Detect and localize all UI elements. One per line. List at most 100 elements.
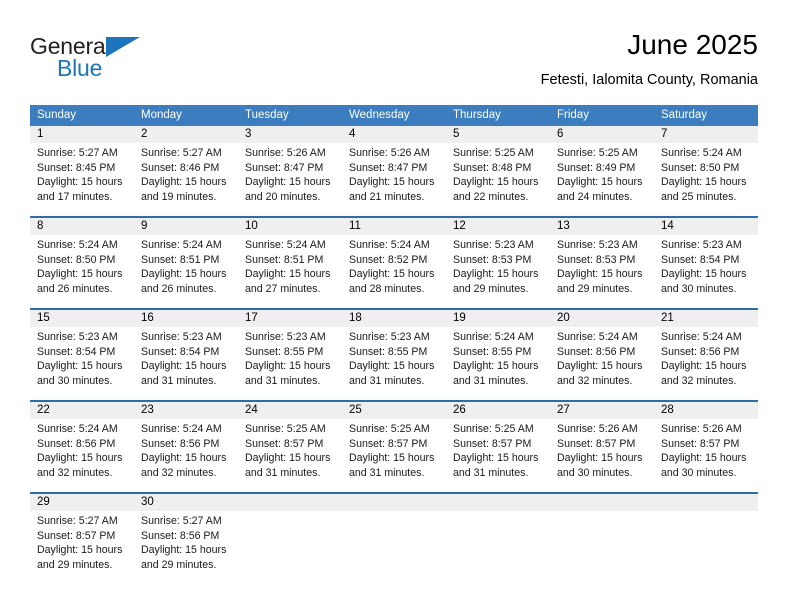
daylight-text-line2: and 32 minutes. [661,374,737,387]
day-number: 13 [550,218,654,235]
day-cell-inner: 12 Sunrise: 5:23 AM Sunset: 8:53 PM Dayligh… [446,218,550,301]
day-number: 9 [134,218,238,235]
daylight-text-line2: and 29 minutes. [557,282,633,295]
sunset-text: Sunset: 8:55 PM [245,345,324,358]
sunset-text: Sunset: 8:56 PM [37,437,116,450]
day-cell-inner: 7 Sunrise: 5:24 AM Sunset: 8:50 PM Daylight… [654,126,758,209]
day-details: Sunrise: 5:25 AM Sunset: 8:57 PM Daylight:… [238,419,342,480]
calendar-day-cell[interactable]: 14 Sunrise: 5:23 AM Sunset: 8:54 PM Dayligh… [654,218,758,301]
daylight-text-line1: Daylight: 15 hours [141,452,227,465]
sunrise-text: Sunrise: 5:26 AM [245,147,326,159]
sunrise-text: Sunrise: 5:26 AM [557,423,638,435]
day-details: Sunrise: 5:26 AM Sunset: 8:47 PM Daylight:… [238,143,342,204]
daylight-text-line2: and 31 minutes. [245,374,321,387]
calendar-day-cell[interactable]: 4 Sunrise: 5:26 AM Sunset: 8:47 PM Daylight… [342,126,446,209]
calendar-day-cell[interactable]: 25 Sunrise: 5:25 AM Sunset: 8:57 PM Dayligh… [342,402,446,485]
day-details: Sunrise: 5:23 AM Sunset: 8:55 PM Daylight:… [342,327,446,388]
general-blue-logo[interactable]: General Blue [30,34,260,94]
day-details: Sunrise: 5:26 AM Sunset: 8:57 PM Daylight:… [550,419,654,480]
day-number: 1 [30,126,134,143]
daylight-text-line1: Daylight: 15 hours [141,176,227,189]
calendar-day-cell[interactable]: 2 Sunrise: 5:27 AM Sunset: 8:46 PM Daylight… [134,126,238,209]
daylight-text-line2: and 30 minutes. [37,374,113,387]
sunset-text: Sunset: 8:50 PM [661,161,740,174]
sunrise-text: Sunrise: 5:27 AM [141,515,222,527]
daylight-text-line1: Daylight: 15 hours [557,452,643,465]
day-details: Sunrise: 5:24 AM Sunset: 8:51 PM Daylight:… [238,235,342,296]
day-number: 10 [238,218,342,235]
calendar-day-cell[interactable]: 24 Sunrise: 5:25 AM Sunset: 8:57 PM Dayligh… [238,402,342,485]
day-number: 17 [238,310,342,327]
sunrise-text: Sunrise: 5:26 AM [349,147,430,159]
calendar-day-cell[interactable]: 29 Sunrise: 5:27 AM Sunset: 8:57 PM Dayligh… [30,494,134,577]
calendar-day-cell[interactable]: 26 Sunrise: 5:25 AM Sunset: 8:57 PM Dayligh… [446,402,550,485]
calendar-day-cell-empty [238,494,342,577]
calendar-day-cell[interactable]: 28 Sunrise: 5:26 AM Sunset: 8:57 PM Dayligh… [654,402,758,485]
day-cell-inner: 10 Sunrise: 5:24 AM Sunset: 8:51 PM Dayligh… [238,218,342,301]
calendar-day-cell[interactable]: 11 Sunrise: 5:24 AM Sunset: 8:52 PM Dayligh… [342,218,446,301]
calendar-day-cell[interactable]: 15 Sunrise: 5:23 AM Sunset: 8:54 PM Dayligh… [30,310,134,393]
day-cell-inner: 18 Sunrise: 5:23 AM Sunset: 8:55 PM Dayligh… [342,310,446,393]
calendar-day-cell[interactable]: 1 Sunrise: 5:27 AM Sunset: 8:45 PM Daylight… [30,126,134,209]
calendar-day-cell[interactable]: 17 Sunrise: 5:23 AM Sunset: 8:55 PM Dayligh… [238,310,342,393]
day-number: 29 [30,494,134,511]
calendar-day-cell-empty [654,494,758,577]
day-number: 19 [446,310,550,327]
sunset-text: Sunset: 8:57 PM [453,437,532,450]
day-details: Sunrise: 5:24 AM Sunset: 8:56 PM Daylight:… [550,327,654,388]
sunrise-text: Sunrise: 5:23 AM [349,331,430,343]
daylight-text-line2: and 21 minutes. [349,190,425,203]
daylight-text-line1: Daylight: 15 hours [661,176,747,189]
sunset-text: Sunset: 8:56 PM [141,437,220,450]
daylight-text-line1: Daylight: 15 hours [245,452,331,465]
calendar-day-cell[interactable]: 5 Sunrise: 5:25 AM Sunset: 8:48 PM Daylight… [446,126,550,209]
daylight-text-line1: Daylight: 15 hours [453,176,539,189]
calendar-week-row: 1 Sunrise: 5:27 AM Sunset: 8:45 PM Daylight… [30,126,758,209]
day-details: Sunrise: 5:25 AM Sunset: 8:57 PM Daylight:… [342,419,446,480]
calendar-day-cell[interactable]: 12 Sunrise: 5:23 AM Sunset: 8:53 PM Dayligh… [446,218,550,301]
calendar-day-cell[interactable]: 3 Sunrise: 5:26 AM Sunset: 8:47 PM Daylight… [238,126,342,209]
day-number: 16 [134,310,238,327]
calendar-day-cell[interactable]: 30 Sunrise: 5:27 AM Sunset: 8:56 PM Dayligh… [134,494,238,577]
sunset-text: Sunset: 8:57 PM [245,437,324,450]
daylight-text-line2: and 29 minutes. [141,558,217,571]
calendar-day-cell[interactable]: 7 Sunrise: 5:24 AM Sunset: 8:50 PM Daylight… [654,126,758,209]
calendar-day-cell-empty [550,494,654,577]
calendar-day-cell[interactable]: 9 Sunrise: 5:24 AM Sunset: 8:51 PM Daylight… [134,218,238,301]
day-number: 8 [30,218,134,235]
day-number: 21 [654,310,758,327]
calendar-day-cell[interactable]: 8 Sunrise: 5:24 AM Sunset: 8:50 PM Daylight… [30,218,134,301]
calendar-day-cell[interactable]: 27 Sunrise: 5:26 AM Sunset: 8:57 PM Dayligh… [550,402,654,485]
sunset-text: Sunset: 8:48 PM [453,161,532,174]
calendar-day-cell[interactable]: 10 Sunrise: 5:24 AM Sunset: 8:51 PM Dayligh… [238,218,342,301]
calendar-day-cell[interactable]: 13 Sunrise: 5:23 AM Sunset: 8:53 PM Dayligh… [550,218,654,301]
day-number [654,494,758,511]
day-cell-inner: 27 Sunrise: 5:26 AM Sunset: 8:57 PM Dayligh… [550,402,654,485]
day-number: 14 [654,218,758,235]
day-details [446,511,550,514]
day-details [342,511,446,514]
weekday-header-tuesday: Tuesday [245,109,289,121]
day-cell-inner: 30 Sunrise: 5:27 AM Sunset: 8:56 PM Dayligh… [134,494,238,577]
sunrise-text: Sunrise: 5:23 AM [661,239,742,251]
calendar-day-cell[interactable]: 16 Sunrise: 5:23 AM Sunset: 8:54 PM Dayligh… [134,310,238,393]
day-number [550,494,654,511]
calendar-day-cell[interactable]: 23 Sunrise: 5:24 AM Sunset: 8:56 PM Dayligh… [134,402,238,485]
daylight-text-line1: Daylight: 15 hours [661,452,747,465]
calendar-grid: Sunday Monday Tuesday Wednesday Thursday Frid… [30,105,758,577]
day-cell-inner [238,494,342,577]
day-number: 20 [550,310,654,327]
calendar-day-cell[interactable]: 19 Sunrise: 5:24 AM Sunset: 8:55 PM Dayligh… [446,310,550,393]
sunset-text: Sunset: 8:54 PM [141,345,220,358]
calendar-day-cell[interactable]: 6 Sunrise: 5:25 AM Sunset: 8:49 PM Daylight… [550,126,654,209]
day-cell-inner: 9 Sunrise: 5:24 AM Sunset: 8:51 PM Daylight… [134,218,238,301]
daylight-text-line1: Daylight: 15 hours [349,268,435,281]
calendar-day-cell[interactable]: 22 Sunrise: 5:24 AM Sunset: 8:56 PM Dayligh… [30,402,134,485]
sunset-text: Sunset: 8:51 PM [245,253,324,266]
day-cell-inner: 24 Sunrise: 5:25 AM Sunset: 8:57 PM Dayligh… [238,402,342,485]
calendar-day-cell[interactable]: 21 Sunrise: 5:24 AM Sunset: 8:56 PM Dayligh… [654,310,758,393]
calendar-day-cell[interactable]: 18 Sunrise: 5:23 AM Sunset: 8:55 PM Dayligh… [342,310,446,393]
sunset-text: Sunset: 8:50 PM [37,253,116,266]
daylight-text-line1: Daylight: 15 hours [557,268,643,281]
calendar-day-cell[interactable]: 20 Sunrise: 5:24 AM Sunset: 8:56 PM Dayligh… [550,310,654,393]
